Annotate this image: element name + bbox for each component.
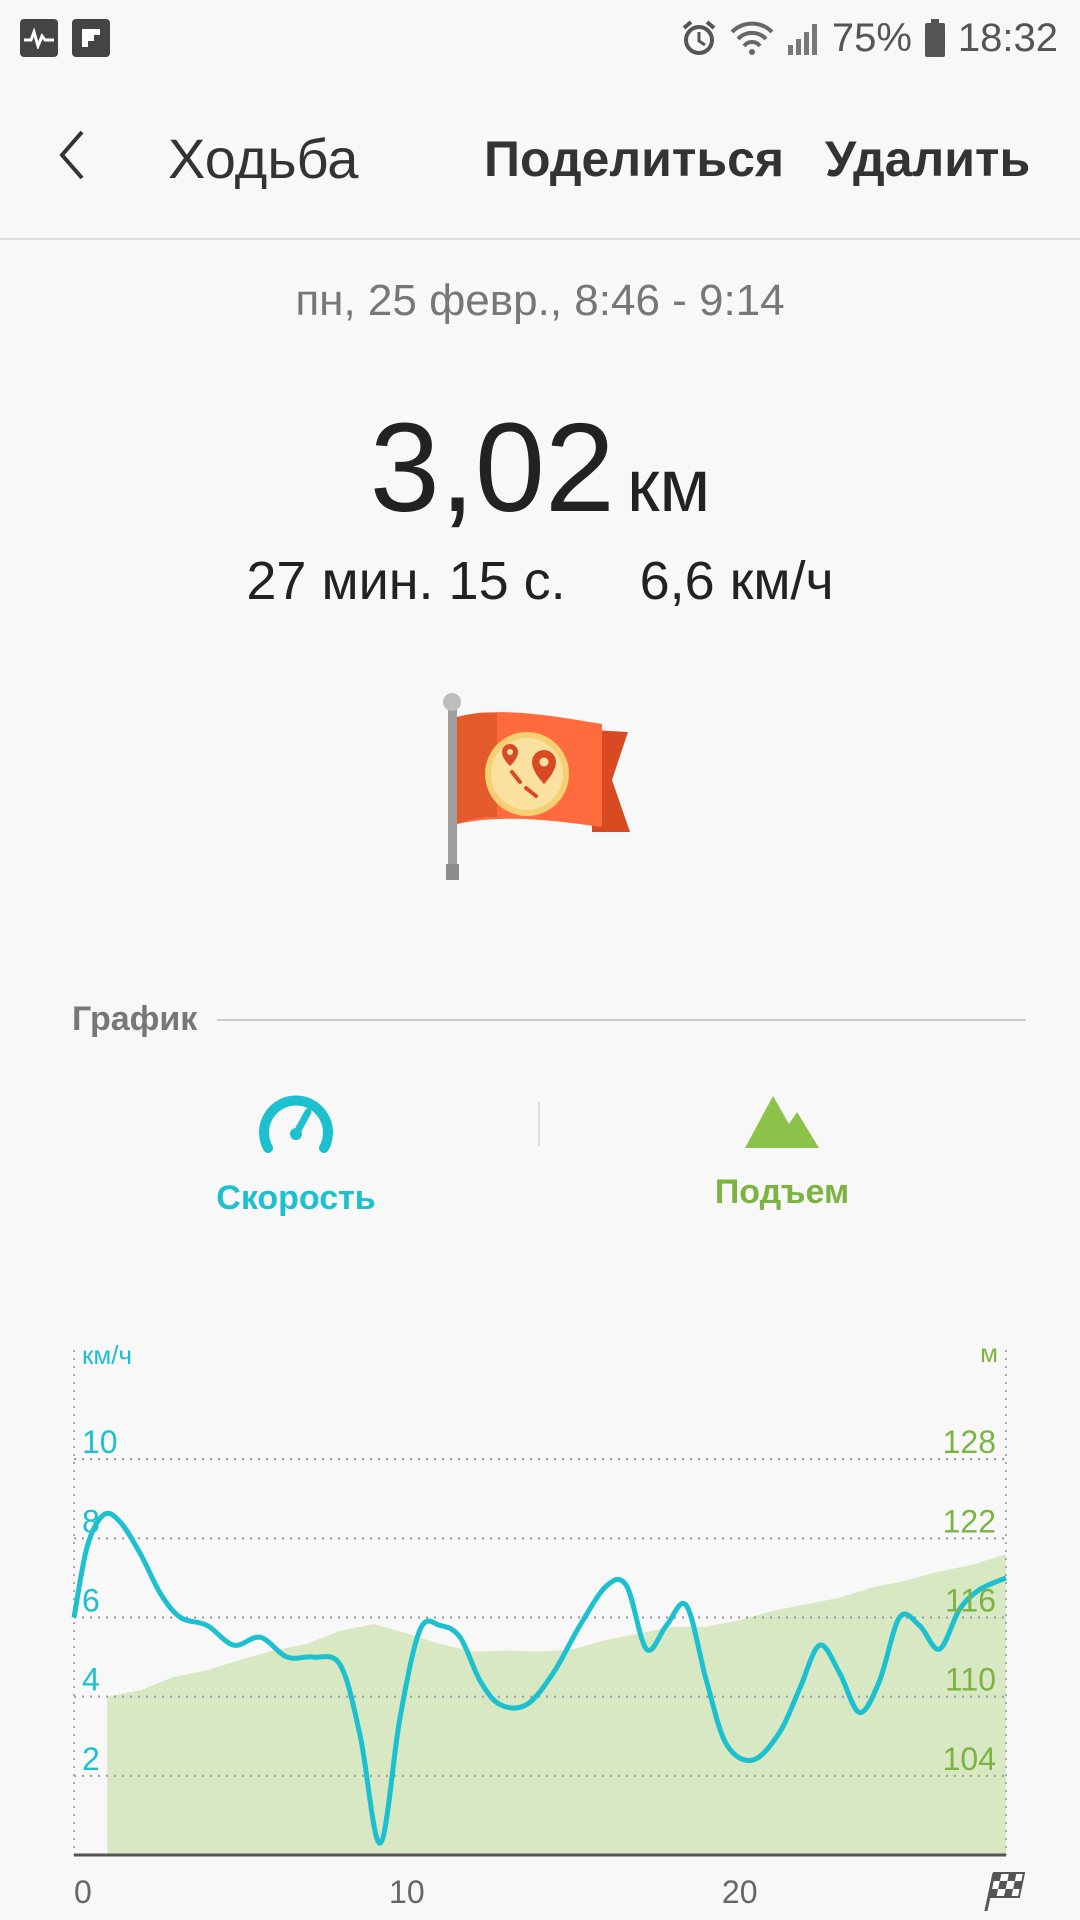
share-button[interactable]: Поделиться — [484, 130, 784, 188]
back-button[interactable] — [52, 120, 112, 190]
route-flag-icon — [442, 692, 632, 888]
right-tick-label: 122 — [943, 1503, 996, 1539]
clock: 18:32 — [957, 15, 1058, 60]
left-tick-label: 8 — [82, 1503, 100, 1539]
section-divider — [217, 1018, 1026, 1021]
graph-section-title: График — [72, 1000, 198, 1038]
workout-stats: 27 мин. 15 с. 6,6 км/ч — [0, 550, 1080, 612]
tab-elevation[interactable]: Подъем — [582, 1090, 982, 1212]
mountain-icon — [745, 1096, 819, 1148]
tab-speed[interactable]: Скорость — [96, 1090, 496, 1218]
distance-unit: км — [626, 444, 711, 527]
signal-icon — [787, 24, 817, 55]
right-tick-label: 110 — [945, 1662, 996, 1698]
avg-speed: 6,6 км/ч — [639, 551, 834, 611]
right-tick-label: 104 — [943, 1741, 996, 1777]
status-left — [20, 19, 110, 57]
right-tick-label: 128 — [943, 1424, 996, 1460]
x-tick-label: 20 — [722, 1874, 758, 1910]
status-bar: 75% 18:32 — [0, 0, 1080, 76]
status-right: 75% 18:32 — [680, 16, 1058, 61]
wifi-icon — [730, 21, 774, 55]
delete-button[interactable]: Удалить — [825, 130, 1030, 188]
distance-value: 3,02 — [369, 397, 615, 538]
distance-display: 3,02 км — [0, 395, 1080, 540]
finish-flag-icon — [984, 1872, 1026, 1911]
workout-date: пн, 25 февр., 8:46 - 9:14 — [295, 276, 785, 325]
page-title: Ходьба — [168, 127, 359, 190]
left-axis-unit: км/ч — [82, 1340, 132, 1370]
tab-speed-label: Скорость — [216, 1179, 376, 1217]
app-bar: Ходьба Поделиться Удалить — [0, 76, 1080, 240]
speed-elevation-chart: км/ч м 2 4 6 8 10 104 110 116 122 128 0 10 20 — [71, 1338, 1026, 1911]
battery-icon — [924, 19, 945, 57]
duration: 27 мин. 15 с. — [246, 551, 566, 611]
flipboard-icon — [72, 19, 110, 57]
left-tick-label: 2 — [82, 1741, 100, 1777]
left-tick-label: 6 — [82, 1583, 100, 1619]
left-tick-label: 4 — [82, 1662, 100, 1698]
battery-percent: 75% — [831, 15, 912, 60]
chevron-left-icon — [59, 130, 84, 180]
activity-icon — [20, 19, 58, 57]
right-axis-unit: м — [980, 1338, 998, 1368]
tab-elevation-label: Подъем — [714, 1173, 850, 1211]
left-tick-label: 10 — [82, 1424, 118, 1460]
x-tick-label: 0 — [74, 1874, 92, 1910]
tab-divider — [538, 1102, 540, 1146]
x-tick-label: 10 — [389, 1874, 425, 1910]
speedometer-icon — [259, 1095, 333, 1153]
right-tick-label: 116 — [945, 1583, 996, 1619]
alarm-icon — [682, 20, 716, 55]
graph-section-header: График — [72, 1000, 1026, 1039]
